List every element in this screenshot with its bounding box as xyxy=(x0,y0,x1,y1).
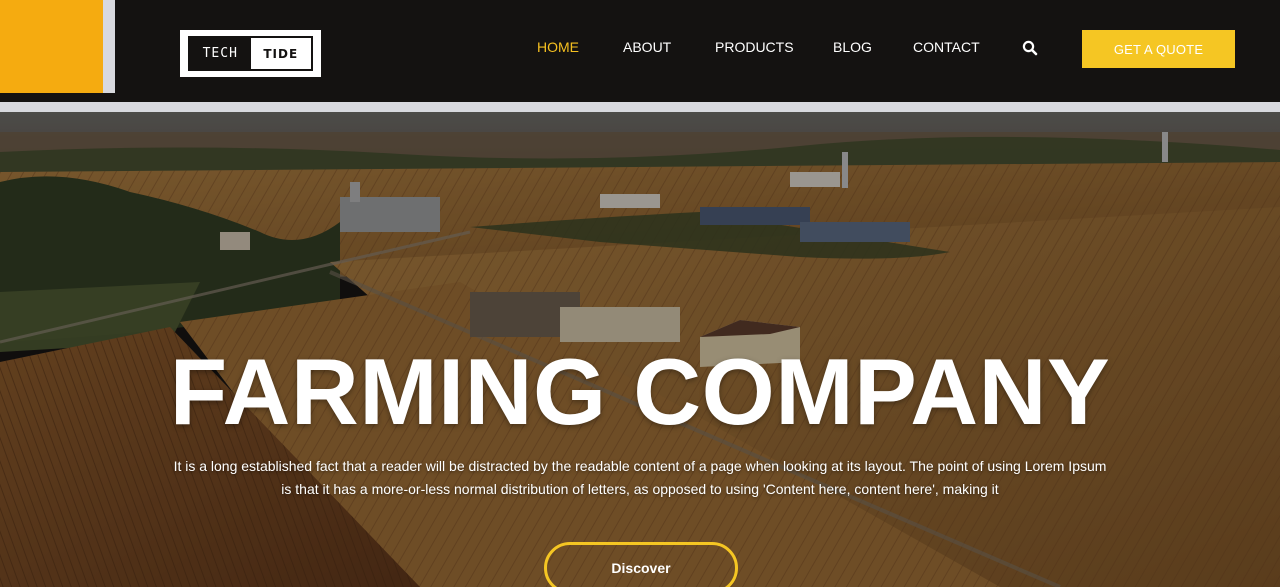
site-logo[interactable]: TECH TIDE xyxy=(180,30,321,77)
logo-frame: TECH TIDE xyxy=(188,36,313,71)
nav-item-products[interactable]: PRODUCTS xyxy=(715,36,794,58)
accent-strip xyxy=(103,0,115,93)
nav-item-contact[interactable]: CONTACT xyxy=(913,36,980,58)
hero-section: FARMING COMPANY It is a long established… xyxy=(0,112,1280,587)
accent-block xyxy=(0,0,103,93)
nav-item-blog[interactable]: BLOG xyxy=(833,36,872,58)
logo-text-right: TIDE xyxy=(250,38,311,69)
nav-item-about[interactable]: ABOUT xyxy=(623,36,671,58)
discover-button[interactable]: Discover xyxy=(544,542,738,587)
hero-description: It is a long established fact that a rea… xyxy=(173,458,1107,497)
logo-text-left: TECH xyxy=(190,38,251,69)
get-a-quote-button[interactable]: GET A QUOTE xyxy=(1082,30,1235,68)
site-header: TECH TIDE HOME ABOUT PRODUCTS BLOG CONTA… xyxy=(0,0,1280,102)
search-icon[interactable] xyxy=(1022,40,1038,56)
nav-item-home[interactable]: HOME xyxy=(537,36,579,58)
hero-title: FARMING COMPANY xyxy=(169,339,1111,444)
header-divider xyxy=(0,102,1280,112)
